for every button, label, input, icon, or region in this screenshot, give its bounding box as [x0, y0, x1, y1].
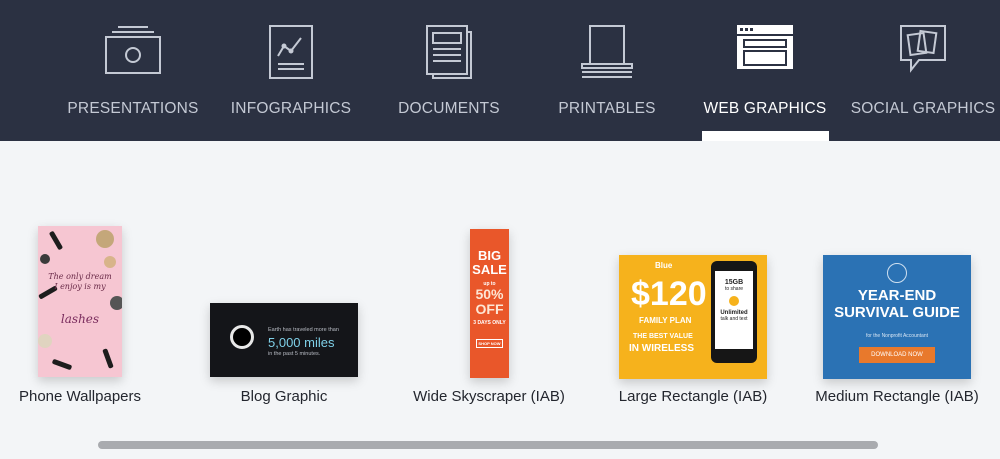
- sky-shop-button: SHOP NOW: [476, 339, 503, 348]
- card-label: Phone Wallpapers: [18, 388, 142, 405]
- active-tab-indicator: [702, 131, 829, 141]
- tab-web-graphics[interactable]: WEB GRAPHICS: [686, 0, 844, 141]
- blog-headline: 5,000 miles: [268, 335, 335, 350]
- printer-icon: [578, 24, 636, 85]
- tab-label: WEB GRAPHICS: [703, 100, 827, 117]
- tab-label: SOCIAL GRAPHICS: [850, 100, 996, 117]
- chat-bubble-icon: [897, 24, 949, 81]
- sky-days: 3 DAYS ONLY: [473, 320, 506, 326]
- wide-skyscraper-thumbnail[interactable]: BIG SALE up to 50% OFF 3 DAYS ONLY SHOP NO…: [470, 229, 509, 378]
- large-rectangle-thumbnail[interactable]: Blue $120 FAMILY PLAN THE BEST VALUE IN …: [619, 255, 767, 379]
- ad-wireless: IN WIRELESS: [629, 343, 695, 354]
- download-button-graphic: DOWNLOAD NOW: [859, 347, 935, 363]
- tab-printables[interactable]: PRINTABLES: [528, 0, 686, 141]
- infographic-chart-icon: [268, 24, 314, 85]
- card-label: Wide Skyscraper (IAB): [413, 388, 565, 405]
- smartphone-icon: 15GB to share Unlimited talk and text: [711, 261, 757, 363]
- sky-discount: 50% OFF: [475, 286, 504, 317]
- wallpaper-lashes-text: lashes: [60, 312, 100, 326]
- tab-documents[interactable]: DOCUMENTS: [370, 0, 528, 141]
- tab-label: DOCUMENTS: [398, 100, 500, 117]
- blog-graphic-thumbnail[interactable]: Earth has traveled more than 5,000 miles…: [210, 303, 358, 377]
- sky-big-sale: BIG SALE: [472, 248, 507, 277]
- guide-subtitle: for the Nonprofit Accountant: [866, 333, 928, 339]
- card-label: Large Rectangle (IAB): [618, 388, 768, 405]
- ad-price: $120: [631, 275, 707, 313]
- guide-title-line2: SURVIVAL GUIDE: [834, 304, 960, 321]
- brand-logo: Blue: [655, 261, 673, 270]
- document-icon: [425, 24, 473, 85]
- tab-label: PRESENTATIONS: [67, 100, 199, 117]
- tab-social-graphics[interactable]: SOCIAL GRAPHICS: [844, 0, 1000, 141]
- badge-icon: [887, 263, 907, 283]
- tab-infographics[interactable]: INFOGRAPHICS: [212, 0, 370, 141]
- ad-gb: 15GB: [724, 279, 744, 286]
- horizontal-scrollbar[interactable]: [98, 441, 878, 449]
- tab-label: PRINTABLES: [558, 100, 656, 117]
- tab-label: INFOGRAPHICS: [230, 100, 352, 117]
- card-label: Blog Graphic: [240, 388, 328, 405]
- wallpaper-script-text: The only dream I enjoy is my: [48, 272, 112, 291]
- tab-presentations[interactable]: PRESENTATIONS: [54, 0, 212, 141]
- phone-wallpaper-thumbnail[interactable]: The only dream I enjoy is my lashes: [38, 226, 122, 377]
- template-gallery: The only dream I enjoy is my lashes Phon…: [0, 141, 1000, 459]
- card-label: Medium Rectangle (IAB): [815, 388, 979, 405]
- blog-caption: Earth has traveled more than: [268, 327, 339, 333]
- ad-best-value: THE BEST VALUE: [633, 333, 693, 340]
- medium-rectangle-thumbnail[interactable]: YEAR-END SURVIVAL GUIDE for the Nonprofi…: [823, 255, 971, 379]
- guide-title-line1: YEAR-END: [857, 287, 937, 304]
- browser-window-icon: [736, 24, 794, 75]
- ad-share: to share: [724, 286, 744, 292]
- ad-talk: talk and text: [720, 316, 748, 322]
- presentation-icon: [104, 24, 162, 81]
- ad-plan: FAMILY PLAN: [639, 316, 692, 325]
- top-navigation: PRESENTATIONS INFOGRAPHICS DOCUMENTS PRI…: [0, 0, 1000, 141]
- coin-icon: [729, 296, 739, 306]
- blog-subcaption: in the past 5 minutes.: [268, 351, 321, 357]
- clock-icon: [230, 325, 254, 349]
